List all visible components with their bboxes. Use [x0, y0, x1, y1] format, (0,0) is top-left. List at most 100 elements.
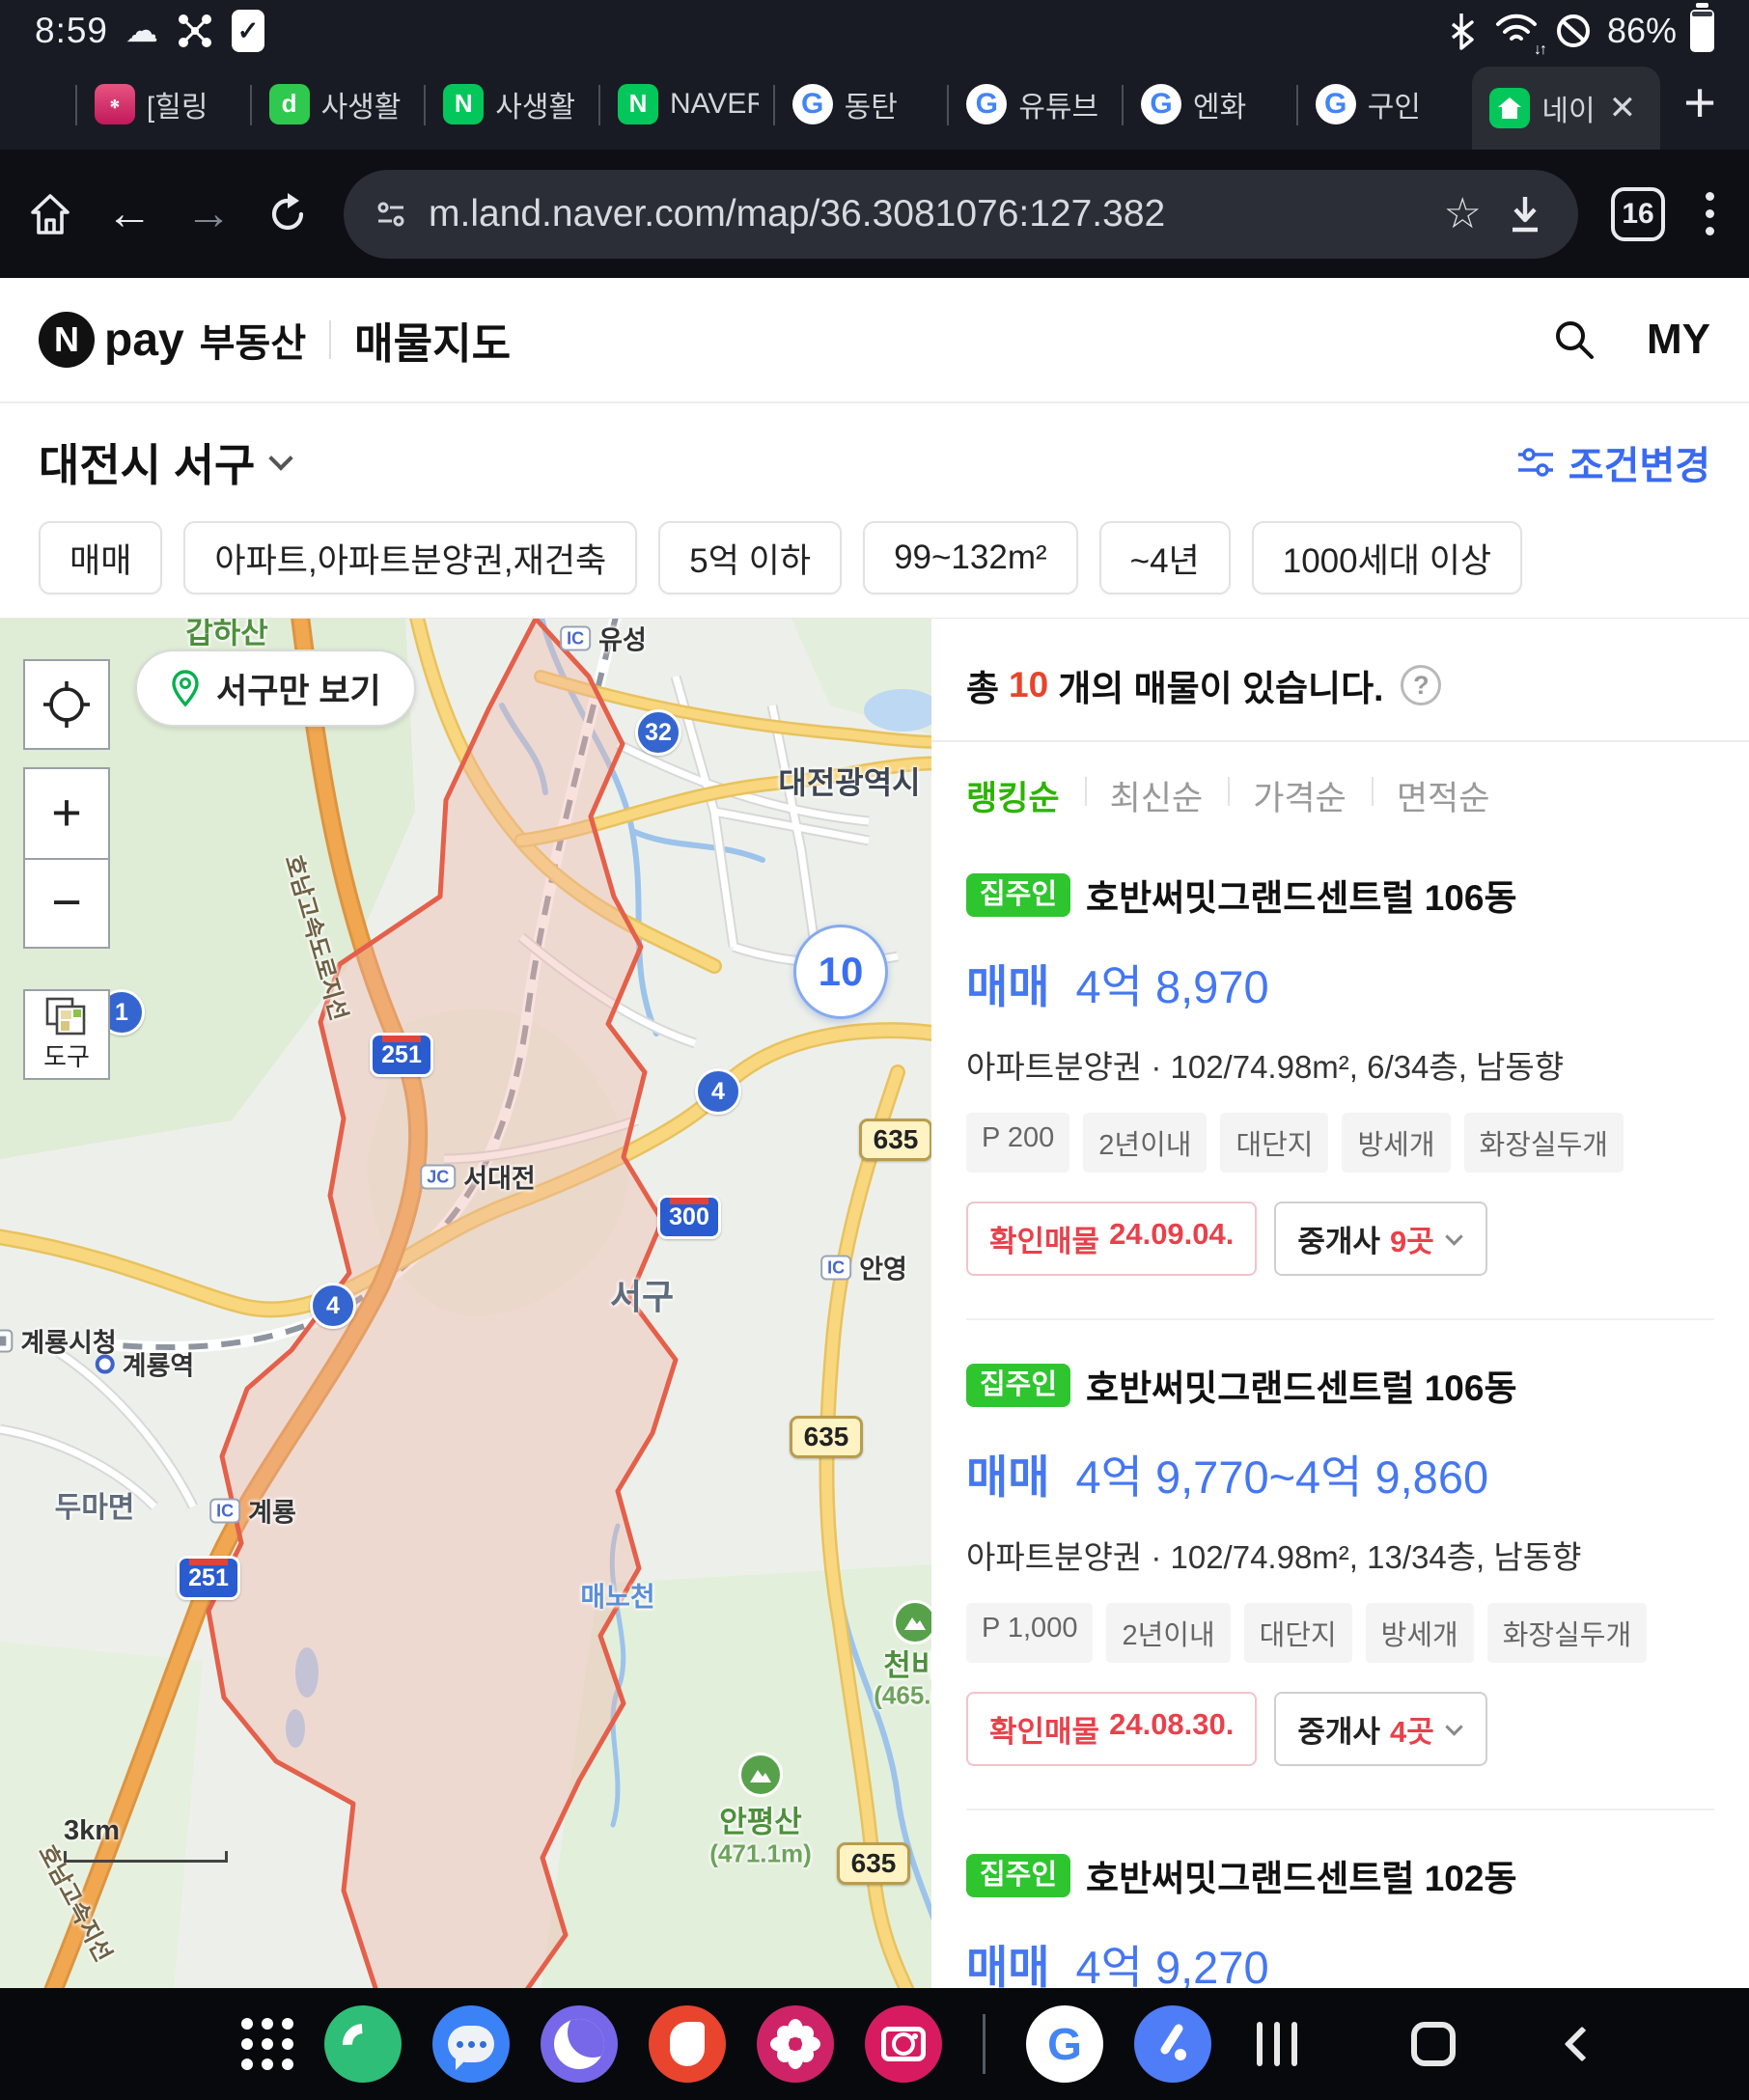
sort-area[interactable]: 면적순	[1372, 771, 1515, 820]
map-pane[interactable]: 갑하산 (468.7m) IC 유성 대전광역시 호남고속도로지선 JC 서대전…	[0, 619, 931, 1988]
google-app-icon[interactable]: G	[1026, 2005, 1103, 2083]
listing-spec: 아파트분양권 · 102/74.98m², 13/34층, 남동향	[966, 1532, 1714, 1578]
help-icon[interactable]: ?	[1401, 665, 1441, 705]
home-button[interactable]	[27, 191, 73, 237]
tag-row: P 1,000 2년이내 대단지 방세개 화장실두개	[966, 1603, 1714, 1663]
service-name[interactable]: 부동산	[200, 312, 306, 368]
trade-type: 매매	[966, 1451, 1049, 1503]
no-signal-icon	[1553, 11, 1594, 51]
listing-card[interactable]: 집주인 호반써밋그랜드센트럴 102동 매매 4억 9,270 아파트분양권 ·…	[966, 1810, 1714, 1988]
map-canvas[interactable]	[0, 619, 931, 1988]
chevron-down-icon[interactable]	[269, 446, 293, 470]
map-scale: 3km	[64, 1815, 228, 1863]
listing-title[interactable]: 호반써밋그랜드센트럴 106동	[1086, 869, 1516, 921]
home-nav-button[interactable]	[1411, 2022, 1456, 2066]
listing-card[interactable]: 집주인 호반써밋그랜드센트럴 106동 매매 4억 8,970 아파트분양권 ·…	[966, 830, 1714, 1320]
agents-dropdown[interactable]: 중개사 9곳	[1274, 1202, 1486, 1276]
download-icon[interactable]	[1505, 193, 1545, 235]
sort-newest[interactable]: 최신순	[1085, 771, 1229, 820]
jc-badge: JC	[420, 1164, 456, 1189]
active-tab-naver-land[interactable]: 네이 ✕	[1472, 67, 1660, 150]
map-tools-button[interactable]: 도구	[23, 989, 110, 1080]
pay-logo-text[interactable]: pay	[104, 314, 184, 367]
tab-title: 엔화	[1193, 83, 1246, 125]
browser-tab[interactable]: G 엔화	[1124, 58, 1298, 150]
messages-app-icon[interactable]	[432, 2005, 510, 2083]
local-route-shield-635: 635	[859, 1119, 931, 1161]
reload-button[interactable]	[264, 191, 311, 237]
sort-ranking[interactable]: 랭킹순	[966, 771, 1085, 820]
browser-tab[interactable]: N NAVER	[600, 58, 775, 150]
listing-cluster-marker[interactable]: 10	[793, 925, 888, 1019]
back-button[interactable]: ←	[106, 187, 153, 240]
search-icon[interactable]	[1552, 318, 1596, 362]
filter-chip-price[interactable]: 5억 이하	[658, 521, 842, 594]
url-bar[interactable]: m.land.naver.com/map/36.3081076:127.382 …	[344, 170, 1578, 259]
browser-tab[interactable]: d 사생활	[252, 58, 427, 150]
mountain-icon	[893, 1600, 931, 1644]
browser-tab[interactable]: ✻ [힐링	[77, 58, 252, 150]
zoom-out-button[interactable]: −	[23, 858, 110, 949]
url-text[interactable]: m.land.naver.com/map/36.3081076:127.382	[429, 193, 1421, 235]
ic-badge: IC	[560, 625, 591, 650]
sort-price[interactable]: 가격순	[1228, 771, 1372, 820]
blue-slash-app-icon[interactable]	[1134, 2005, 1211, 2083]
my-menu[interactable]: MY	[1647, 316, 1710, 364]
bluetooth-icon	[1445, 10, 1480, 52]
tab-title: 사생활	[495, 83, 575, 125]
change-conditions-button[interactable]: 조건변경	[1516, 434, 1710, 490]
filter-chip-property-type[interactable]: 아파트,아파트분양권,재건축	[183, 521, 637, 594]
browser-tab[interactable]: G 동탄	[775, 58, 950, 150]
summary-count: 10	[1009, 665, 1048, 705]
map-label-mountain: 안평산	[719, 1798, 802, 1841]
listing-title[interactable]: 호반써밋그랜드센트럴 106동	[1086, 1359, 1516, 1411]
map-label-city: 대전광역시	[778, 759, 920, 803]
forward-button[interactable]: →	[185, 187, 232, 240]
bookmark-star-icon[interactable]: ☆	[1444, 189, 1482, 238]
camera-app-icon[interactable]	[865, 2005, 942, 2083]
red-profile-app-icon[interactable]	[649, 2005, 726, 2083]
gallery-app-icon[interactable]	[757, 2005, 834, 2083]
google-favicon: G	[1316, 84, 1356, 124]
trade-type: 매매	[966, 961, 1049, 1012]
filter-chip-households[interactable]: 1000세대 이상	[1252, 521, 1522, 594]
browser-menu-button[interactable]	[1698, 192, 1722, 235]
phone-app-icon[interactable]	[324, 2005, 402, 2083]
agents-dropdown[interactable]: 중개사 4곳	[1274, 1692, 1486, 1766]
browser-tab[interactable]: N 사생활	[426, 58, 600, 150]
listing-card[interactable]: 집주인 호반써밋그랜드센트럴 106동 매매 4억 9,770~4억 9,860…	[966, 1320, 1714, 1810]
filter-chip-age[interactable]: ~4년	[1099, 521, 1231, 594]
all-apps-button[interactable]	[241, 2018, 293, 2070]
header-divider	[329, 320, 331, 359]
google-favicon: G	[966, 84, 1007, 124]
close-tab-icon[interactable]: ✕	[1609, 89, 1637, 127]
zoom-in-button[interactable]: +	[23, 767, 110, 858]
filter-chip-trade-type[interactable]: 매매	[39, 521, 162, 594]
tab-partial[interactable]	[0, 58, 77, 150]
expressway-shield-251: 251	[370, 1033, 433, 1077]
listing-title[interactable]: 호반써밋그랜드센트럴 102동	[1086, 1849, 1516, 1901]
agents-count: 9곳	[1390, 1217, 1434, 1260]
browser-tab[interactable]: G 구인	[1298, 58, 1473, 150]
checkbox-notification-icon: ✓	[232, 10, 264, 52]
route-shield-4: 4	[695, 1068, 741, 1115]
samsung-internet-app-icon[interactable]	[541, 2005, 618, 2083]
result-summary: 총 10 개의 매물이 있습니다. ?	[966, 619, 1714, 740]
ic-name: 안영	[859, 1249, 907, 1286]
owner-badge: 집주인	[966, 1364, 1070, 1407]
back-nav-button[interactable]	[1565, 2027, 1600, 2062]
chevron-down-icon	[1445, 1228, 1462, 1245]
naver-logo[interactable]: N	[39, 312, 95, 368]
site-settings-icon[interactable]	[376, 201, 405, 228]
ic-badge: IC	[209, 1498, 240, 1523]
browser-tab[interactable]: G 유튜브	[949, 58, 1124, 150]
recents-button[interactable]	[1257, 2022, 1297, 2066]
tab-title: 사생활	[321, 83, 402, 125]
map-label-interchange: IC 안영	[820, 1249, 907, 1286]
region-selector[interactable]: 대전시 서구	[39, 430, 255, 494]
new-tab-button[interactable]: +	[1660, 81, 1739, 125]
filter-chip-area[interactable]: 99~132m²	[863, 521, 1078, 594]
show-district-only-button[interactable]: 서구만 보기	[135, 649, 416, 727]
current-location-button[interactable]	[23, 659, 110, 750]
tab-count-button[interactable]: 16	[1611, 187, 1665, 241]
